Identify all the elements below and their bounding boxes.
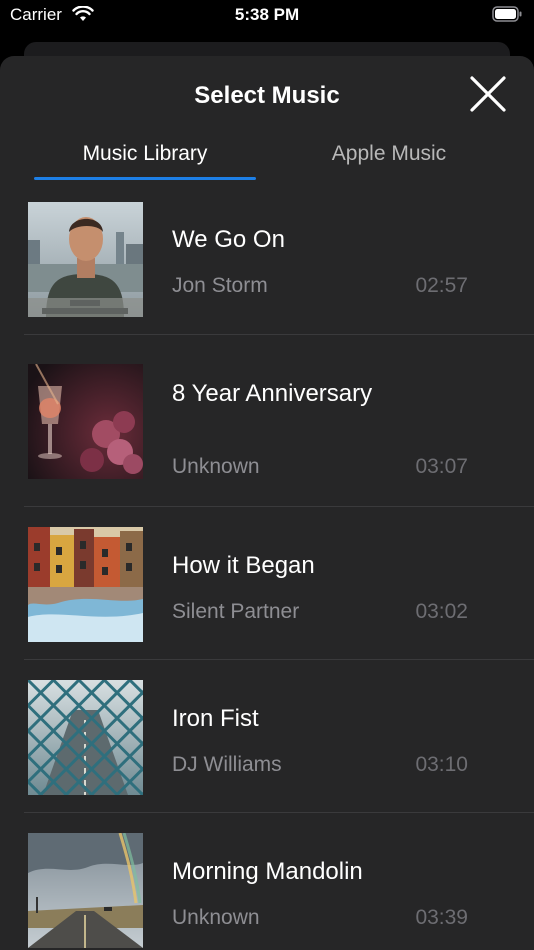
album-art xyxy=(28,364,143,479)
select-music-sheet: Select Music Music Library Apple Music W… xyxy=(0,56,534,950)
tab-selected-indicator xyxy=(34,177,256,180)
album-art xyxy=(28,833,143,948)
track-duration: 02:57 xyxy=(415,274,468,297)
track-duration: 03:07 xyxy=(415,455,468,478)
status-bar: Carrier 5:38 PM xyxy=(0,0,534,34)
album-art xyxy=(28,527,143,642)
close-button[interactable] xyxy=(462,68,514,120)
track-artist: Jon Storm xyxy=(172,274,268,297)
album-art xyxy=(28,680,143,795)
track-artist: Silent Partner xyxy=(172,600,300,623)
track-title: We Go On xyxy=(172,226,285,253)
track-artist: Unknown xyxy=(172,455,260,478)
track-title: How it Began xyxy=(172,552,315,579)
track-title: Morning Mandolin xyxy=(172,858,363,885)
close-icon xyxy=(470,76,506,112)
sheet-title: Select Music xyxy=(194,82,340,109)
track-title: 8 Year Anniversary xyxy=(172,380,373,407)
album-art xyxy=(28,202,143,317)
track-duration: 03:39 xyxy=(415,906,468,929)
track-row[interactable]: How it Began Silent Partner 03:02 xyxy=(0,507,534,660)
tab-music-library[interactable]: Music Library xyxy=(34,142,256,182)
track-artist: DJ Williams xyxy=(172,753,282,776)
track-row[interactable]: Morning Mandolin Unknown 03:39 xyxy=(0,813,534,950)
track-row[interactable]: Iron Fist DJ Williams 03:10 xyxy=(0,660,534,813)
track-row[interactable]: 8 Year Anniversary Unknown 03:07 xyxy=(0,335,534,507)
battery-icon xyxy=(492,6,522,22)
track-title: Iron Fist xyxy=(172,705,259,732)
status-time: 5:38 PM xyxy=(234,5,300,24)
tab-apple-music[interactable]: Apple Music xyxy=(278,142,500,182)
track-list: We Go On Jon Storm 02:57 8 Year Annivers… xyxy=(0,201,534,950)
track-row[interactable]: We Go On Jon Storm 02:57 xyxy=(0,201,534,335)
track-artist: Unknown xyxy=(172,906,260,929)
track-duration: 03:02 xyxy=(415,600,468,623)
track-duration: 03:10 xyxy=(415,753,468,776)
